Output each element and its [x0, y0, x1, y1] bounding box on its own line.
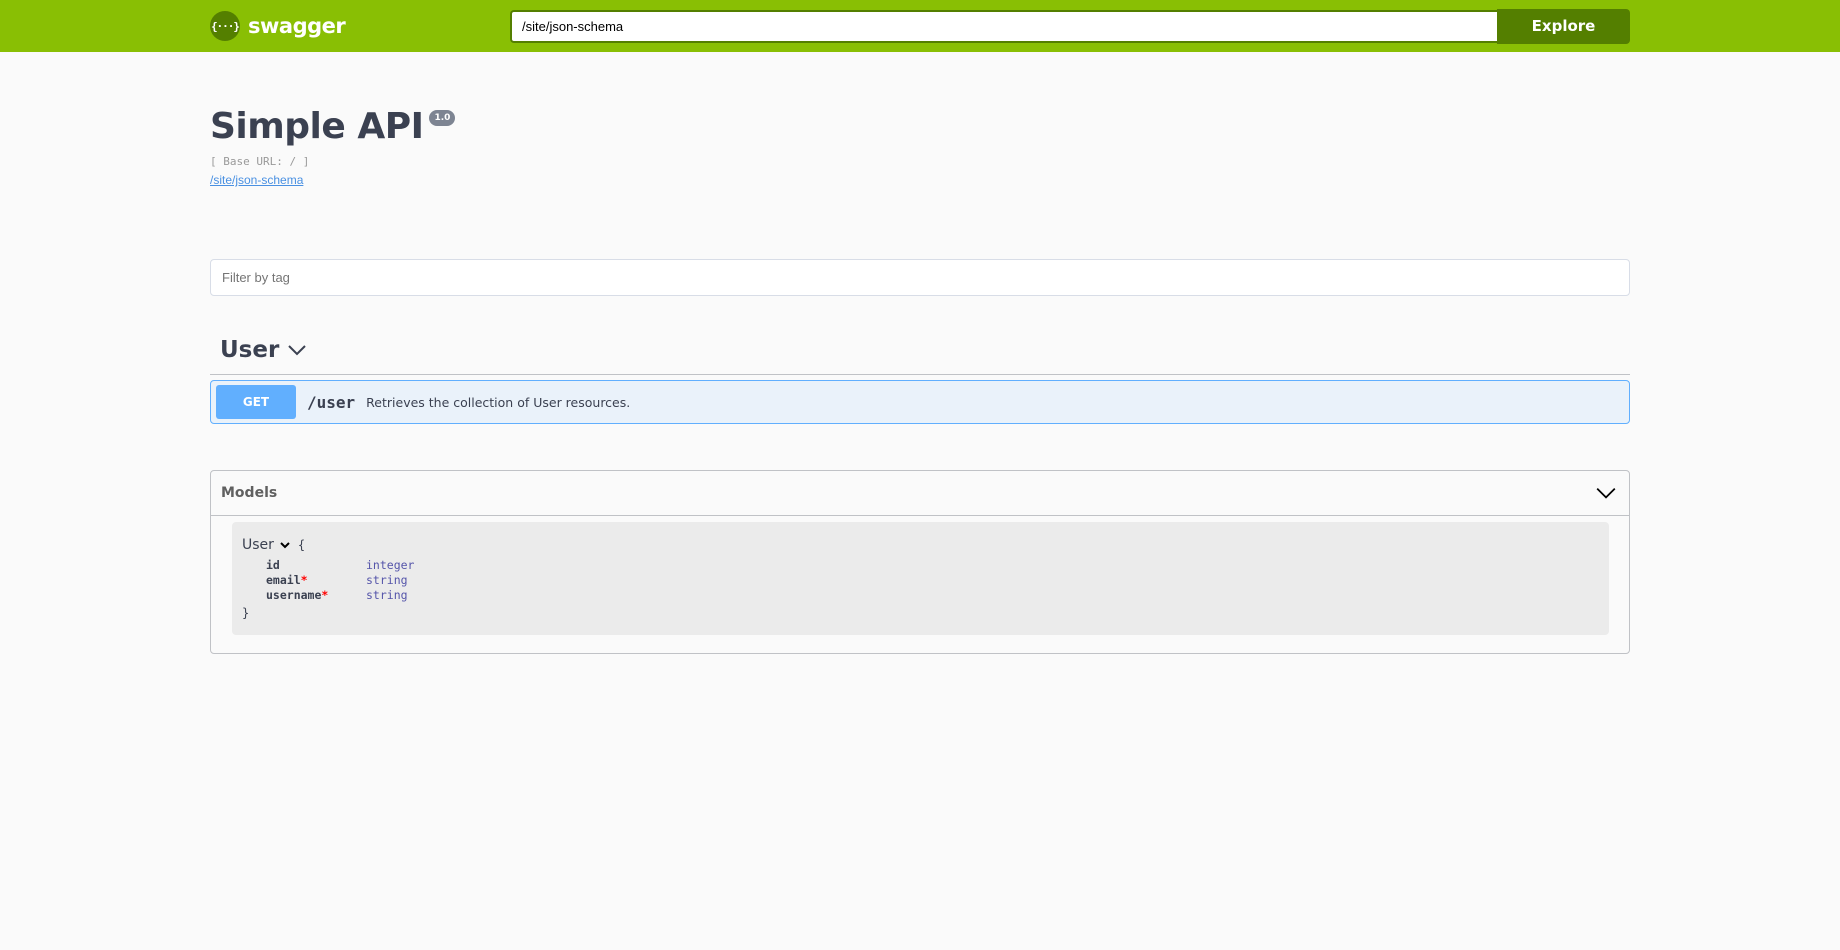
method-badge: GET	[216, 385, 296, 419]
open-brace: {	[297, 538, 306, 552]
chevron-down-icon[interactable]	[279, 539, 291, 551]
chevron-down-icon	[288, 345, 307, 356]
property-type: string	[366, 572, 408, 587]
operation-get-user[interactable]: GET /user Retrieves the collection of Us…	[210, 380, 1630, 424]
property-row: email* string	[266, 572, 1599, 587]
close-brace: }	[242, 606, 250, 620]
property-name-text: email	[266, 572, 301, 587]
required-marker: *	[321, 587, 329, 602]
property-type: string	[366, 587, 408, 602]
tag-name: User	[220, 337, 280, 363]
property-name: email*	[266, 573, 366, 587]
filter-by-tag-input[interactable]	[210, 259, 1630, 296]
spec-url-input[interactable]	[510, 9, 1497, 43]
swagger-logo-icon: {···}	[210, 11, 240, 41]
api-info: Simple API 1.0 [ Base URL: / ] /site/jso…	[210, 100, 1630, 189]
property-row: id integer	[266, 557, 1599, 572]
property-name-text: id	[266, 557, 280, 572]
model-name[interactable]: User	[242, 537, 274, 553]
property-name-text: username	[266, 587, 322, 602]
title-row: Simple API 1.0	[210, 100, 1630, 154]
logo[interactable]: {···} swagger	[210, 11, 510, 41]
model-properties: id integer email* string username* strin…	[266, 557, 1599, 602]
version-badge: 1.0	[429, 110, 456, 126]
chevron-down-icon	[1596, 487, 1616, 499]
topbar-wrapper: {···} swagger Explore	[210, 0, 1630, 52]
model-user: User { id integer email* string username…	[232, 522, 1609, 635]
operation-summary: Retrieves the collection of User resourc…	[366, 394, 631, 410]
required-marker: *	[300, 572, 308, 587]
base-url: [ Base URL: / ]	[210, 155, 310, 168]
model-head: User {	[242, 536, 1599, 554]
models-title: Models	[221, 485, 278, 501]
logo-text: swagger	[248, 14, 346, 38]
models-section: Models User { id integer email* string u…	[210, 470, 1630, 654]
topbar: {···} swagger Explore	[0, 0, 1840, 52]
property-type: integer	[366, 557, 415, 572]
explore-button[interactable]: Explore	[1497, 8, 1630, 44]
operation-path: /user	[307, 392, 356, 412]
tag-header-user[interactable]: User	[210, 326, 1630, 375]
models-header[interactable]: Models	[211, 471, 1629, 516]
property-name: id	[266, 558, 366, 572]
api-title: Simple API	[210, 106, 424, 147]
property-name: username*	[266, 588, 366, 602]
spec-link[interactable]: /site/json-schema	[210, 173, 303, 187]
property-row: username* string	[266, 587, 1599, 602]
